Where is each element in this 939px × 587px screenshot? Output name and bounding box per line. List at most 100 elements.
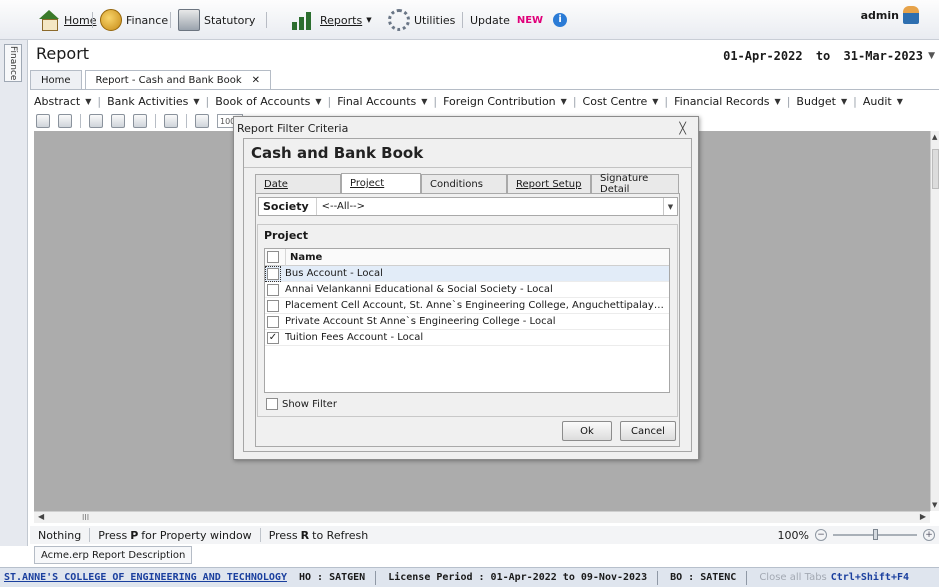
- chevron-down-icon: ▼: [193, 96, 200, 106]
- menu-update[interactable]: Update NEW i: [470, 9, 568, 31]
- menu-statutory-label: Statutory: [204, 13, 256, 27]
- scroll-right-icon[interactable]: ▶: [920, 512, 926, 521]
- menu-reports[interactable]: Reports ▼: [290, 9, 372, 31]
- show-filter-checkbox[interactable]: [266, 398, 278, 410]
- menu-utilities-label: Utilities: [414, 13, 456, 27]
- report-menu-label: Book of Accounts: [215, 94, 311, 108]
- project-name: Tuition Fees Account - Local: [285, 332, 424, 343]
- row-checkbox[interactable]: [265, 265, 281, 282]
- scroll-down-icon[interactable]: ▼: [932, 501, 937, 509]
- utilities-gear-icon: [388, 9, 410, 31]
- chevron-down-icon[interactable]: ▼: [928, 51, 935, 61]
- chevron-down-icon: ▼: [366, 16, 372, 24]
- tab-conditions[interactable]: Conditions: [421, 174, 507, 193]
- menu-separator: |: [572, 94, 577, 108]
- scroll-left-icon[interactable]: ◀: [38, 512, 44, 521]
- table-row[interactable]: Annai Velankanni Educational & Social So…: [265, 282, 669, 298]
- report-menu-bank-activities[interactable]: Bank Activities ▼: [107, 95, 199, 108]
- menu-separator: |: [786, 94, 791, 108]
- print-preview-icon[interactable]: [36, 114, 50, 128]
- zoom-slider-thumb[interactable]: [873, 529, 878, 540]
- vertical-scrollbar[interactable]: ▲ ▼: [930, 131, 939, 511]
- project-name: Private Account St Anne`s Engineering Co…: [285, 316, 556, 327]
- close-all-tabs-hint[interactable]: Close all Tabs: [759, 572, 826, 583]
- report-menu-budget[interactable]: Budget ▼: [796, 95, 847, 108]
- footer-head-office: HO : SATGEN: [298, 572, 366, 583]
- side-tab-finance[interactable]: Finance: [4, 44, 22, 82]
- zoom-icon[interactable]: [195, 114, 209, 128]
- tab-date[interactable]: Date: [255, 174, 341, 193]
- zoom-out-icon[interactable]: −: [815, 529, 827, 541]
- footer-college-link[interactable]: ST.ANNE'S COLLEGE OF ENGINEERING AND TEC…: [0, 572, 287, 583]
- report-menu-audit[interactable]: Audit ▼: [863, 95, 903, 108]
- tab-project[interactable]: Project: [341, 173, 421, 193]
- scroll-up-icon[interactable]: ▲: [932, 133, 937, 141]
- row-checkbox[interactable]: [267, 315, 279, 328]
- zoom-slider[interactable]: [833, 529, 917, 540]
- society-select[interactable]: <--All-->: [315, 198, 663, 215]
- report-menu-book-of-accounts[interactable]: Book of Accounts ▼: [215, 95, 321, 108]
- report-menu-cost-centre[interactable]: Cost Centre ▼: [583, 95, 659, 108]
- project-tab-panel: Society <--All--> ▼ Project Name Bus Acc…: [255, 193, 680, 447]
- quick-print-icon[interactable]: [133, 114, 147, 128]
- menu-separator: |: [433, 94, 438, 108]
- table-row[interactable]: ✓ Tuition Fees Account - Local: [265, 330, 669, 346]
- tab-signature-detail[interactable]: Signature Detail: [591, 173, 679, 195]
- document-tabs: Home Report - Cash and Bank Book ✕: [30, 70, 274, 90]
- close-icon[interactable]: ✕: [252, 75, 260, 86]
- report-description-tab[interactable]: Acme.erp Report Description: [34, 546, 193, 564]
- period-to-word: to: [815, 49, 831, 63]
- row-checkbox[interactable]: ✓: [267, 331, 279, 344]
- report-menu-abstract[interactable]: Abstract ▼: [34, 95, 91, 108]
- scroll-thumb[interactable]: III: [82, 513, 89, 522]
- chevron-down-icon[interactable]: ▼: [663, 198, 677, 215]
- chevron-down-icon: ▼: [85, 96, 92, 106]
- select-all-checkbox[interactable]: [267, 251, 279, 263]
- print-icon[interactable]: [111, 114, 125, 128]
- table-row[interactable]: Bus Account - Local: [265, 265, 669, 282]
- ok-button[interactable]: Ok: [562, 421, 612, 441]
- scroll-thumb[interactable]: [932, 149, 939, 189]
- project-group-label: Project: [264, 229, 309, 242]
- tab-signature-label: Signature Detail: [600, 173, 649, 195]
- status-press-label: Press: [98, 528, 128, 542]
- status-press-label: Press: [268, 528, 298, 542]
- menu-separator: |: [205, 94, 210, 108]
- dialog-divider: [244, 167, 691, 168]
- table-row[interactable]: Placement Cell Account, St. Anne`s Engin…: [265, 298, 669, 314]
- finance-icon: [100, 9, 122, 31]
- row-checkbox[interactable]: [267, 299, 279, 312]
- show-filter-toggle[interactable]: Show Filter: [266, 398, 337, 410]
- report-menu-final-accounts[interactable]: Final Accounts ▼: [337, 95, 427, 108]
- footer-separator: [746, 570, 748, 585]
- page-setup-icon[interactable]: [89, 114, 103, 128]
- row-checkbox[interactable]: [267, 283, 279, 296]
- find-icon[interactable]: [58, 114, 72, 128]
- tab-home[interactable]: Home: [30, 70, 82, 90]
- period-range[interactable]: 01-Apr-2022 to 31-Mar-2023: [723, 49, 923, 63]
- menu-separator: [170, 12, 171, 28]
- zoom-in-icon[interactable]: +: [923, 529, 935, 541]
- tab-home-label: Home: [41, 75, 71, 86]
- horizontal-scrollbar[interactable]: ◀ III ▶: [34, 511, 930, 523]
- tab-cash-bank-book[interactable]: Report - Cash and Bank Book ✕: [84, 70, 272, 90]
- footer-separator: [375, 570, 377, 585]
- menu-statutory[interactable]: Statutory: [178, 9, 255, 31]
- close-icon[interactable]: ╳: [679, 122, 686, 135]
- cancel-button[interactable]: Cancel: [620, 421, 676, 441]
- grid-header-name[interactable]: Name: [285, 249, 669, 266]
- menu-home[interactable]: Home: [38, 9, 96, 31]
- menu-utilities[interactable]: Utilities: [388, 9, 455, 31]
- export-icon[interactable]: [164, 114, 178, 128]
- toolbar-separator: [155, 114, 156, 128]
- report-menu-foreign-contribution[interactable]: Foreign Contribution ▼: [443, 95, 567, 108]
- info-icon[interactable]: i: [553, 13, 568, 27]
- chevron-down-icon: ▼: [560, 96, 567, 106]
- menu-finance[interactable]: Finance: [100, 9, 168, 31]
- report-menu-financial-records[interactable]: Financial Records ▼: [674, 95, 781, 108]
- tab-report-setup[interactable]: Report Setup: [507, 174, 591, 193]
- table-row[interactable]: Private Account St Anne`s Engineering Co…: [265, 314, 669, 330]
- project-grid: Name Bus Account - Local Annai Velankann…: [264, 248, 670, 393]
- user-menu[interactable]: admin: [861, 6, 919, 24]
- report-menu-label: Bank Activities: [107, 94, 189, 108]
